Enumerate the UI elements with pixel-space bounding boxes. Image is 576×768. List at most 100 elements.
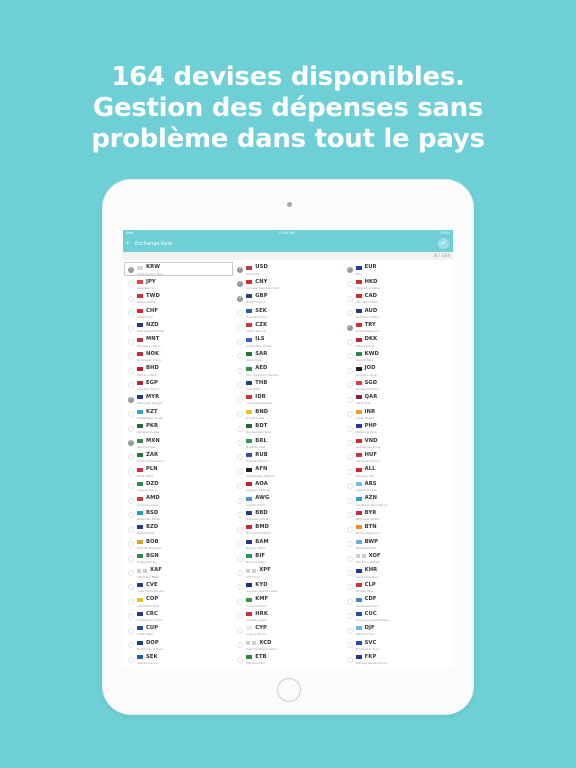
unchecked-icon[interactable]: ✓ — [237, 627, 244, 634]
unchecked-icon[interactable]: ✓ — [128, 555, 134, 562]
currency-row[interactable]: ✓ CHFSwiss Franc — [124, 305, 233, 319]
unchecked-icon[interactable]: ✓ — [237, 512, 244, 519]
currency-row[interactable]: ✓ CLPChilean Peso — [343, 580, 452, 594]
currency-row[interactable]: ✓ SEKSwedish Krona — [233, 305, 342, 319]
unchecked-icon[interactable]: ✓ — [346, 425, 353, 432]
currency-row[interactable]: ✓ AOAAngolan Kwanza — [233, 479, 342, 493]
currency-row[interactable]: ✓ KMFComoros Franc — [233, 594, 342, 608]
unchecked-icon[interactable]: ✓ — [346, 281, 353, 288]
currency-row[interactable]: ✓ BAMBosnian Mark — [233, 536, 342, 550]
currency-row[interactable]: ✓ BTNBhutan Ngultrum — [343, 522, 452, 536]
currency-row[interactable]: ✓ VNDVietnamese Dong — [343, 435, 452, 449]
unchecked-icon[interactable]: ✓ — [237, 353, 244, 360]
currency-row[interactable]: ✓ BGNBulgarian Lev — [124, 551, 233, 565]
unchecked-icon[interactable]: ✓ — [237, 440, 244, 447]
unchecked-icon[interactable]: ✓ — [128, 613, 134, 620]
currency-row[interactable]: ✓ XPFCFP Franc — [233, 565, 342, 579]
unchecked-icon[interactable]: ✓ — [237, 468, 244, 475]
unchecked-icon[interactable]: ✓ — [128, 526, 134, 533]
unchecked-icon[interactable]: ✓ — [237, 656, 244, 663]
currency-row[interactable]: ✓ HRKCroatian Kuna — [233, 609, 342, 623]
unchecked-icon[interactable]: ✓ — [128, 584, 134, 591]
unchecked-icon[interactable]: ✓ — [237, 598, 244, 605]
currency-row[interactable]: ✓ CVECape Verde Escudo — [124, 580, 233, 594]
unchecked-icon[interactable]: ✓ — [346, 512, 353, 519]
currency-row[interactable]: ✓ DJFDjibouti Franc — [343, 623, 452, 637]
checked-icon[interactable]: ✓ — [346, 266, 353, 273]
unchecked-icon[interactable]: ✓ — [237, 425, 244, 432]
currency-row[interactable]: ✓ ETBEthiopian Birr — [233, 652, 342, 666]
unchecked-icon[interactable]: ✓ — [346, 483, 353, 490]
currency-row[interactable]: ✓ CADCanadian Dollar — [343, 291, 452, 305]
unchecked-icon[interactable]: ✓ — [237, 310, 244, 317]
unchecked-icon[interactable]: ✓ — [237, 396, 244, 403]
currency-row[interactable]: ✓ ZARSouth African Rand — [124, 450, 233, 464]
unchecked-icon[interactable]: ✓ — [128, 569, 134, 576]
currency-row[interactable]: ✓ DKKDanish Krone — [343, 334, 452, 348]
currency-row[interactable]: ✓ CRCCosta Rican Colon — [124, 609, 233, 623]
currency-row[interactable]: ✓ HUFHungarian Forint — [343, 450, 452, 464]
currency-row[interactable]: ✓ AWGAruban Florin — [233, 493, 342, 507]
currency-row[interactable]: ✓ XAFCFA Franc BEAC — [124, 565, 233, 579]
unchecked-icon[interactable]: ✓ — [346, 656, 353, 663]
unchecked-icon[interactable]: ✓ — [346, 353, 353, 360]
unchecked-icon[interactable]: ✓ — [346, 367, 353, 374]
currency-row[interactable]: ✓ EGPEgyptian Pound — [124, 378, 233, 392]
unchecked-icon[interactable]: ✓ — [237, 613, 244, 620]
currency-row[interactable]: ✓ USD US Dollar — [233, 262, 342, 276]
currency-row[interactable]: ✓ INRIndian Rupee — [343, 406, 452, 420]
currency-row[interactable]: ✓ CUCCuban Convertible Peso — [343, 609, 452, 623]
unchecked-icon[interactable]: ✓ — [128, 353, 134, 360]
home-button[interactable] — [277, 678, 301, 702]
currency-row[interactable]: ✓ ALLAlbanian Lek — [343, 464, 452, 478]
unchecked-icon[interactable]: ✓ — [128, 468, 134, 475]
unchecked-icon[interactable]: ✓ — [346, 598, 353, 605]
currency-row[interactable]: ✓ FKPFalkland Islands Pound — [343, 652, 452, 666]
currency-row[interactable]: ✓ GBP British Pound — [233, 291, 342, 305]
currency-row[interactable]: ✓ AZNAzerbaijan New Manat — [343, 493, 452, 507]
unchecked-icon[interactable]: ✓ — [237, 569, 244, 576]
unchecked-icon[interactable]: ✓ — [128, 338, 134, 345]
unchecked-icon[interactable]: ✓ — [346, 584, 353, 591]
unchecked-icon[interactable]: ✓ — [128, 483, 134, 490]
unchecked-icon[interactable]: ✓ — [128, 454, 134, 461]
currency-row[interactable]: ✓ KHRCambodian Riel — [343, 565, 452, 579]
checked-icon[interactable]: ✓ — [346, 324, 353, 331]
currency-row[interactable]: ✓ CDFCongolese Franc — [343, 594, 452, 608]
currency-row[interactable]: ✓ AFNAfghanistan Afghani — [233, 464, 342, 478]
currency-row[interactable]: ✓ SVCEl Salvador Colon — [343, 637, 452, 651]
currency-row[interactable]: ✓ MXN Mexican Peso — [124, 435, 233, 449]
unchecked-icon[interactable]: ✓ — [346, 338, 353, 345]
unchecked-icon[interactable]: ✓ — [346, 555, 353, 562]
unchecked-icon[interactable]: ✓ — [346, 627, 353, 634]
currency-row[interactable]: ✓ QARQatari Rial — [343, 392, 452, 406]
currency-row[interactable]: ✓ TRY Turkish New Lira — [343, 320, 452, 334]
currency-row[interactable]: ✓ DZDAlgerian Dinar — [124, 479, 233, 493]
unchecked-icon[interactable]: ✓ — [346, 497, 353, 504]
currency-row[interactable]: ✓ PLNPolish Zloty — [124, 464, 233, 478]
unchecked-icon[interactable]: ✓ — [128, 541, 134, 548]
unchecked-icon[interactable]: ✓ — [128, 627, 134, 634]
currency-row[interactable]: ✓ MYR Malaysian Ringgit — [124, 392, 233, 406]
unchecked-icon[interactable]: ✓ — [128, 310, 134, 317]
unchecked-icon[interactable]: ✓ — [346, 295, 353, 302]
currency-row[interactable]: ✓ ILSIsraeli New Shekel — [233, 334, 342, 348]
currency-row[interactable]: ✓ BDTBangladeshi Taka — [233, 421, 342, 435]
currency-row[interactable]: ✓ ARSArgentine Peso — [343, 479, 452, 493]
currency-row[interactable]: ✓ AEDUtd. Arab Emir. Dirham — [233, 363, 342, 377]
currency-row[interactable]: ✓ PHPPhilippine Peso — [343, 421, 452, 435]
currency-row[interactable]: ✓ SGDSingapore Dollar — [343, 378, 452, 392]
unchecked-icon[interactable]: ✓ — [346, 613, 353, 620]
currency-row[interactable]: ✓ BBDBarbados Dollar — [233, 507, 342, 521]
checked-icon[interactable]: ✓ — [237, 295, 244, 302]
checked-icon[interactable]: ✓ — [128, 396, 134, 403]
unchecked-icon[interactable]: ✓ — [128, 382, 134, 389]
unchecked-icon[interactable]: ✓ — [128, 656, 134, 663]
currency-row[interactable]: ✓ CNY Chinese Yuan Renminbi — [233, 276, 342, 290]
unchecked-icon[interactable]: ✓ — [237, 454, 244, 461]
currency-row[interactable]: ✓ KWDKuwaiti Dinar — [343, 349, 452, 363]
currency-row[interactable]: ✓ KZTKazakhstani Tenge — [124, 406, 233, 420]
currency-row[interactable]: ✓ BNDBrunei Dollar — [233, 406, 342, 420]
unchecked-icon[interactable]: ✓ — [237, 555, 244, 562]
unchecked-icon[interactable]: ✓ — [237, 483, 244, 490]
